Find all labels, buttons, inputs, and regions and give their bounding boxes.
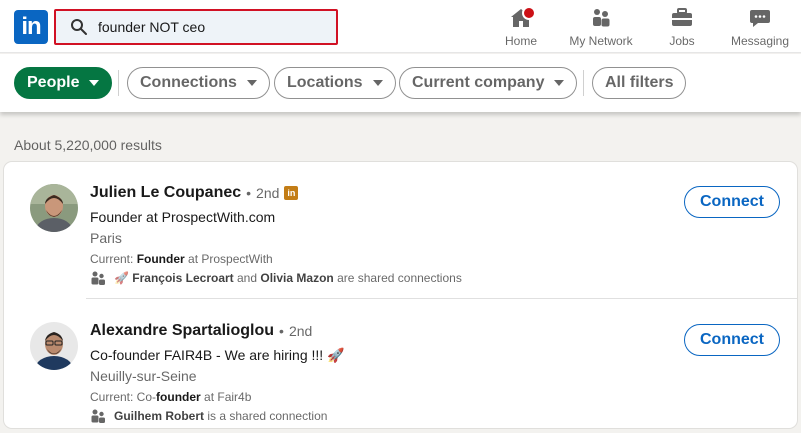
filter-divider <box>583 70 584 96</box>
result-headline: Founder at ProspectWith.com <box>90 209 276 225</box>
shared-connection-name: Guilhem Robert <box>114 409 205 423</box>
search-bar[interactable] <box>54 9 338 45</box>
connect-button[interactable]: Connect <box>684 186 780 218</box>
messaging-icon <box>748 6 772 33</box>
filter-locations-label: Locations <box>287 74 363 91</box>
people-icon <box>90 409 106 423</box>
result-current-position: Current: Co-founder at Fair4b <box>90 390 251 404</box>
notification-badge <box>522 6 536 20</box>
premium-badge-icon: in <box>284 186 299 200</box>
shared-connection-name: François Lecroart <box>132 271 234 285</box>
separator-dot: • <box>246 185 252 201</box>
nav-home[interactable]: Home <box>500 6 542 50</box>
shared-connections[interactable]: 🚀 François Lecroart and Olivia Mazon are… <box>90 271 462 285</box>
connection-degree: 2nd <box>288 323 313 339</box>
divider <box>86 298 797 299</box>
separator-dot: • <box>279 323 284 339</box>
shared-connections[interactable]: Guilhem Robert is a shared connection <box>90 409 327 423</box>
current-suffix: at ProspectWith <box>184 252 273 266</box>
nav-home-label: Home <box>504 34 537 48</box>
rocket-emoji: 🚀 <box>114 271 129 285</box>
top-navigation-bar: in Home My Network Jobs <box>0 0 801 53</box>
connect-button[interactable]: Connect <box>684 324 780 356</box>
filter-current-company[interactable]: Current company <box>399 67 578 99</box>
filter-people-label: People <box>27 74 80 91</box>
nav-jobs[interactable]: Jobs <box>664 6 700 50</box>
search-results-list: Julien Le Coupanec • 2nd in Founder at P… <box>4 162 797 428</box>
current-keyword: founder <box>156 390 201 404</box>
avatar[interactable] <box>30 322 78 370</box>
shared-suffix: is a shared connection <box>204 409 328 423</box>
result-headline: Co-founder FAIR4B - We are hiring !!! 🚀 <box>90 347 345 363</box>
nav-messaging[interactable]: Messaging <box>728 6 792 50</box>
result-name[interactable]: Alexandre Spartalioglou <box>90 322 274 340</box>
all-filters-label: All filters <box>605 74 674 91</box>
shared-and: and <box>233 271 261 285</box>
filter-connections[interactable]: Connections <box>127 67 270 99</box>
filter-locations[interactable]: Locations <box>274 67 396 99</box>
filter-people[interactable]: People <box>14 67 113 99</box>
shared-suffix: are shared connections <box>333 271 462 285</box>
all-filters-button[interactable]: All filters <box>592 67 687 99</box>
nav-my-network[interactable]: My Network <box>566 6 636 50</box>
nav-messaging-label: Messaging <box>730 34 790 48</box>
current-prefix: Current: <box>90 252 137 266</box>
briefcase-icon <box>670 6 694 33</box>
filter-current-company-label: Current company <box>412 74 545 91</box>
filter-divider <box>118 70 119 96</box>
network-icon <box>589 6 613 33</box>
result-name-line: Alexandre Spartalioglou • 2nd <box>90 322 312 340</box>
filter-connections-label: Connections <box>140 74 237 91</box>
result-location: Neuilly-sur-Seine <box>90 368 197 384</box>
search-filter-bar: People Connections Locations Current com… <box>0 54 801 112</box>
caret-down-icon <box>554 80 565 86</box>
result-name[interactable]: Julien Le Coupanec <box>90 184 241 202</box>
shared-connection-name: Olivia Mazon <box>260 271 334 285</box>
current-prefix: Current: Co- <box>90 390 157 404</box>
nav-jobs-label: Jobs <box>669 34 695 48</box>
results-count: About 5,220,000 results <box>14 137 162 153</box>
caret-down-icon <box>372 80 383 86</box>
caret-down-icon <box>89 80 100 86</box>
result-name-line: Julien Le Coupanec • 2nd in <box>90 184 299 202</box>
nav-my-network-label: My Network <box>569 34 633 48</box>
list-item: Julien Le Coupanec • 2nd in Founder at P… <box>4 162 797 292</box>
current-keyword: Founder <box>136 252 185 266</box>
search-icon <box>70 18 88 36</box>
search-input[interactable] <box>98 19 318 35</box>
people-icon <box>90 271 106 285</box>
result-location: Paris <box>90 230 122 246</box>
result-current-position: Current: Founder at ProspectWith <box>90 252 273 266</box>
avatar[interactable] <box>30 184 78 232</box>
list-item: Alexandre Spartalioglou • 2nd Co-founder… <box>4 300 797 428</box>
connection-degree: 2nd <box>256 185 280 201</box>
linkedin-logo[interactable]: in <box>14 10 48 44</box>
caret-down-icon <box>246 80 257 86</box>
current-suffix: at Fair4b <box>200 390 252 404</box>
